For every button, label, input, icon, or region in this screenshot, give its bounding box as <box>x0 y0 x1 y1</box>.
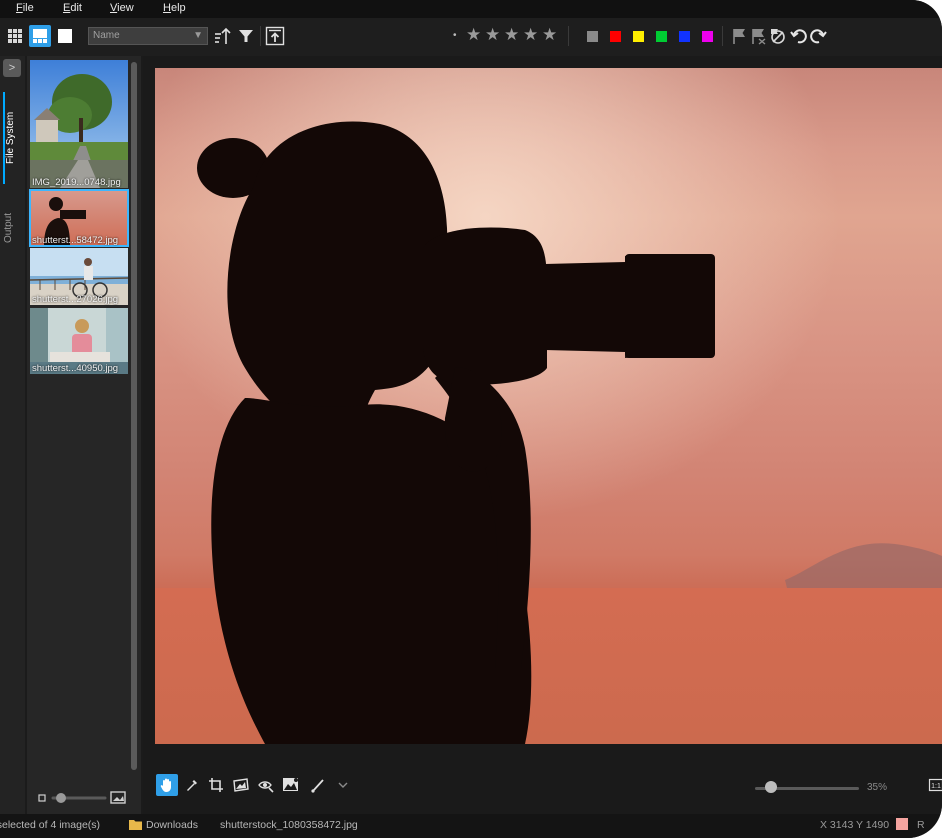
crop-icon <box>209 778 223 792</box>
thumbnail-size-slider[interactable] <box>56 793 66 803</box>
toolbar-separator <box>260 26 261 46</box>
filter-button[interactable] <box>235 25 257 47</box>
rating-clear-dot[interactable]: • <box>453 30 457 41</box>
brush-icon <box>311 779 324 793</box>
brush-tool-button[interactable] <box>307 774 329 796</box>
hand-icon <box>160 778 171 792</box>
menu-file[interactable]: File <box>16 2 34 14</box>
color-label-yellow[interactable] <box>633 31 644 42</box>
grid-view-button[interactable] <box>4 25 26 47</box>
scrollbar-thumb[interactable] <box>131 62 137 770</box>
thumbnail-image <box>30 60 128 188</box>
thumbnail-caption: shutterst...27026.jpg <box>32 294 119 305</box>
adjustment-icon <box>283 778 298 791</box>
eyedropper-icon <box>187 780 197 791</box>
grid-icon <box>8 29 22 43</box>
straighten-tool-button[interactable] <box>230 774 252 796</box>
svg-text:1:1: 1:1 <box>931 783 941 790</box>
tab-file-system[interactable]: File System <box>3 92 23 184</box>
expand-panel-button[interactable]: > <box>3 59 21 77</box>
chevron-right-icon: > <box>8 62 16 74</box>
red-eye-tool-button[interactable] <box>255 774 277 796</box>
pixel-coordinates: X 3143 Y 1490 <box>820 819 890 831</box>
zoom-level: 35% <box>867 782 888 793</box>
toolbar-separator <box>568 26 569 46</box>
image-viewer: 35% 1:1 <box>143 56 942 814</box>
flag-clear-button[interactable] <box>766 25 788 47</box>
thumbnail-caption: shutterst...40950.jpg <box>32 363 119 374</box>
chevron-down-icon: ▼ <box>193 30 203 41</box>
rotate-left-icon <box>790 29 807 44</box>
filmstrip-view-button[interactable] <box>29 25 51 47</box>
rotate-left-button[interactable] <box>787 25 809 47</box>
export-button[interactable] <box>264 25 286 47</box>
color-label-blue[interactable] <box>679 31 690 42</box>
color-label-red[interactable] <box>610 31 621 42</box>
rating-star-3[interactable]: ★ <box>504 25 519 45</box>
thumbnail[interactable]: shutterst...27026.jpg <box>30 248 128 305</box>
rotate-right-button[interactable] <box>808 25 830 47</box>
tab-output[interactable]: Output <box>3 188 21 268</box>
filter-icon <box>239 30 253 42</box>
menu-view[interactable]: View <box>110 2 134 14</box>
rating-star-1[interactable]: ★ <box>466 25 481 45</box>
large-thumb-icon <box>110 791 126 804</box>
current-folder: Downloads <box>146 819 198 831</box>
color-label-green[interactable] <box>656 31 667 42</box>
menu-help[interactable]: Help <box>163 2 186 14</box>
selection-count: 1 selected of 4 image(s) <box>0 819 101 831</box>
app-window: File Edit View Help Name ▼ • ★ ★ ★ ★ ★ >… <box>0 0 942 838</box>
menu-edit[interactable]: Edit <box>63 2 82 14</box>
rating-star-5[interactable]: ★ <box>542 25 557 45</box>
actual-size-button[interactable]: 1:1 <box>925 774 942 796</box>
flag-clear-icon <box>771 29 785 44</box>
one-to-one-icon: 1:1 <box>928 778 942 792</box>
red-eye-icon <box>258 781 274 793</box>
filmstrip-panel: IMG_2019...0748.jpg shutterst...58472.jp… <box>27 56 141 814</box>
rating-star-4[interactable]: ★ <box>523 25 538 45</box>
thumbnail-size-control <box>37 790 131 806</box>
small-thumb-icon <box>38 794 46 802</box>
menu-bar: File Edit View Help <box>0 0 942 18</box>
color-label-magenta[interactable] <box>702 31 713 42</box>
single-view-icon <box>58 29 72 43</box>
rotate-right-icon <box>810 29 827 44</box>
thumbnail-caption: IMG_2019...0748.jpg <box>32 177 121 188</box>
thumbnail[interactable]: IMG_2019...0748.jpg <box>30 60 128 188</box>
sort-ascending-icon <box>215 27 231 44</box>
thumbnail-caption: shutterst...58472.jpg <box>32 235 119 246</box>
zoom-slider-knob[interactable] <box>764 781 777 793</box>
more-tools-button[interactable] <box>332 774 354 796</box>
thumbnail[interactable]: shutterst...40950.jpg <box>30 308 128 374</box>
current-filename: shutterstock_1080358472.jpg <box>220 819 358 831</box>
toolbar-separator <box>722 26 723 46</box>
side-rail: > File System Output <box>0 56 25 814</box>
pixel-color-swatch <box>896 818 908 830</box>
viewer-toolbar: 35% 1:1 <box>143 770 942 810</box>
chevron-down-icon <box>338 782 348 788</box>
filmstrip-scrollbar[interactable] <box>131 62 137 770</box>
folder-icon <box>129 819 142 833</box>
flag-icon <box>733 29 745 44</box>
main-image[interactable] <box>155 68 942 744</box>
color-label-gray[interactable] <box>587 31 598 42</box>
sort-order-button[interactable] <box>212 25 234 47</box>
upload-icon <box>265 26 285 46</box>
status-bar: 1 selected of 4 image(s) Downloads shutt… <box>0 814 942 838</box>
filmstrip-view-icon <box>33 29 47 43</box>
crop-tool-button[interactable] <box>205 774 227 796</box>
pan-tool-button[interactable] <box>156 774 178 796</box>
rating-star-2[interactable]: ★ <box>485 25 500 45</box>
sort-value: Name <box>93 30 120 41</box>
color-channel: R <box>917 819 925 831</box>
eyedropper-tool-button[interactable] <box>181 774 203 796</box>
single-view-button[interactable] <box>54 25 76 47</box>
straighten-icon <box>233 778 249 792</box>
sort-select[interactable]: Name ▼ <box>88 27 208 45</box>
adjustment-tool-button[interactable] <box>280 774 302 796</box>
thumbnail-selected[interactable]: shutterst...58472.jpg <box>29 189 129 247</box>
toolbar: Name ▼ • ★ ★ ★ ★ ★ <box>0 18 942 56</box>
flag-reject-icon <box>752 29 766 45</box>
